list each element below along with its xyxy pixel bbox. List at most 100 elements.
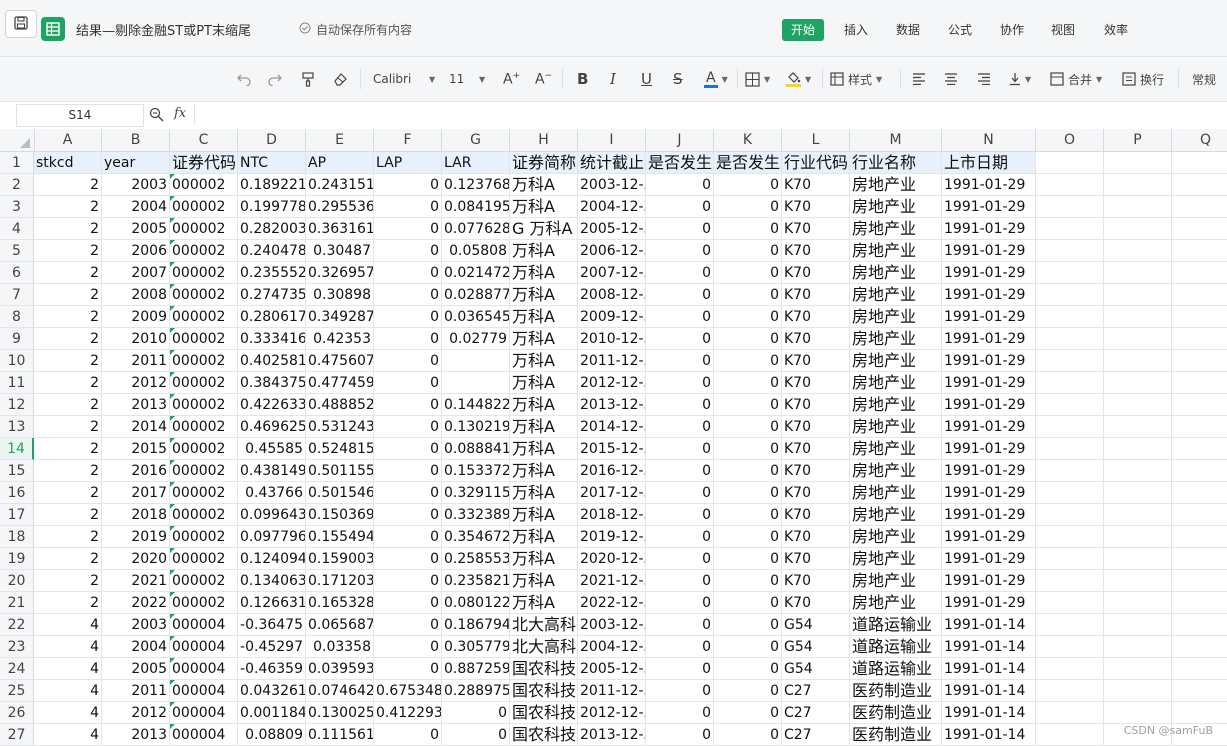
column-header-i[interactable]: I <box>578 129 646 151</box>
table-cell[interactable]: 000002 <box>170 240 238 262</box>
table-cell[interactable]: 0.475607 <box>306 350 374 372</box>
table-cell[interactable]: 0 <box>714 592 782 614</box>
italic-button[interactable]: I <box>610 69 616 89</box>
column-header-m[interactable]: M <box>850 129 942 151</box>
table-cell[interactable]: 2020-12-3 <box>578 548 646 570</box>
table-cell[interactable] <box>1036 570 1104 592</box>
table-cell[interactable]: 0 <box>646 592 714 614</box>
table-cell[interactable]: 000004 <box>170 724 238 746</box>
table-cell[interactable]: 房地产业 <box>850 218 942 240</box>
table-cell[interactable]: 0.329115 <box>442 482 510 504</box>
header-cell[interactable] <box>1036 152 1104 174</box>
column-header-d[interactable]: D <box>238 129 306 151</box>
row-header[interactable]: 2 <box>0 174 34 196</box>
table-cell[interactable]: 0 <box>714 724 782 746</box>
table-cell[interactable]: 2017-12-3 <box>578 482 646 504</box>
table-cell[interactable]: 2010 <box>102 328 170 350</box>
column-header-n[interactable]: N <box>942 129 1036 151</box>
table-cell[interactable]: 0.028877 <box>442 284 510 306</box>
table-cell[interactable]: 0 <box>374 394 442 416</box>
table-cell[interactable]: 0.03358 <box>306 636 374 658</box>
table-cell[interactable]: 2011 <box>102 350 170 372</box>
table-cell[interactable]: 0.438149 <box>238 460 306 482</box>
table-cell[interactable]: 0.501546 <box>306 482 374 504</box>
table-cell[interactable]: 0 <box>374 196 442 218</box>
table-cell[interactable] <box>1104 306 1172 328</box>
table-cell[interactable]: 0.240478 <box>238 240 306 262</box>
table-cell[interactable]: 000002 <box>170 548 238 570</box>
table-cell[interactable] <box>1172 460 1227 482</box>
table-cell[interactable]: 0.43766 <box>238 482 306 504</box>
table-cell[interactable]: 0.333416 <box>238 328 306 350</box>
table-cell[interactable]: 2012 <box>102 372 170 394</box>
save-button[interactable] <box>5 10 37 38</box>
table-cell[interactable]: 0 <box>374 526 442 548</box>
table-cell[interactable]: 1991-01-29 <box>942 306 1036 328</box>
table-cell[interactable]: 0 <box>374 416 442 438</box>
table-cell[interactable] <box>1104 328 1172 350</box>
table-cell[interactable]: 0 <box>646 504 714 526</box>
table-cell[interactable]: 1991-01-14 <box>942 680 1036 702</box>
table-cell[interactable]: 0 <box>646 614 714 636</box>
table-cell[interactable] <box>1036 174 1104 196</box>
table-cell[interactable]: 1991-01-29 <box>942 240 1036 262</box>
header-cell[interactable]: LAP <box>374 152 442 174</box>
table-cell[interactable]: 2013-12-3 <box>578 724 646 746</box>
table-cell[interactable]: 房地产业 <box>850 570 942 592</box>
table-cell[interactable]: 房地产业 <box>850 328 942 350</box>
table-cell[interactable]: 房地产业 <box>850 416 942 438</box>
table-cell[interactable]: 0 <box>374 218 442 240</box>
table-cell[interactable]: 000002 <box>170 526 238 548</box>
table-cell[interactable] <box>1104 526 1172 548</box>
table-cell[interactable]: 0.171203 <box>306 570 374 592</box>
table-cell[interactable]: 2 <box>34 196 102 218</box>
table-cell[interactable]: 0.274735 <box>238 284 306 306</box>
table-cell[interactable]: 2007-12-3 <box>578 262 646 284</box>
table-cell[interactable]: 2004 <box>102 636 170 658</box>
table-cell[interactable]: 2012 <box>102 702 170 724</box>
table-cell[interactable] <box>1172 416 1227 438</box>
table-cell[interactable]: 000002 <box>170 262 238 284</box>
table-cell[interactable]: 2008-12-3 <box>578 284 646 306</box>
redo-button[interactable] <box>267 69 283 89</box>
table-cell[interactable]: 2014-12-3 <box>578 416 646 438</box>
table-cell[interactable]: 0.243151 <box>306 174 374 196</box>
table-cell[interactable]: 万科A <box>510 262 578 284</box>
header-cell[interactable]: year <box>102 152 170 174</box>
table-cell[interactable]: 000004 <box>170 658 238 680</box>
column-header-h[interactable]: H <box>510 129 578 151</box>
table-cell[interactable]: K70 <box>782 218 850 240</box>
table-cell[interactable]: 4 <box>34 680 102 702</box>
table-cell[interactable]: 0 <box>374 372 442 394</box>
row-header[interactable]: 20 <box>0 570 34 592</box>
table-cell[interactable]: 2019 <box>102 526 170 548</box>
table-cell[interactable] <box>1172 636 1227 658</box>
row-header[interactable]: 12 <box>0 394 34 416</box>
table-cell[interactable] <box>1172 196 1227 218</box>
table-cell[interactable]: 0 <box>374 482 442 504</box>
table-cell[interactable]: 0 <box>646 658 714 680</box>
table-cell[interactable] <box>1172 240 1227 262</box>
table-cell[interactable]: 0.074642 <box>306 680 374 702</box>
table-cell[interactable]: 1991-01-14 <box>942 702 1036 724</box>
table-cell[interactable]: 0 <box>646 724 714 746</box>
table-cell[interactable]: 0.199778 <box>238 196 306 218</box>
table-cell[interactable]: 2 <box>34 504 102 526</box>
table-cell[interactable]: 1991-01-29 <box>942 416 1036 438</box>
table-cell[interactable] <box>1036 482 1104 504</box>
table-cell[interactable]: 1991-01-29 <box>942 526 1036 548</box>
table-cell[interactable]: 2 <box>34 592 102 614</box>
table-cell[interactable]: 0.097796 <box>238 526 306 548</box>
table-cell[interactable]: 万科A <box>510 570 578 592</box>
table-cell[interactable]: 0.111561 <box>306 724 374 746</box>
table-cell[interactable]: K70 <box>782 570 850 592</box>
column-header-c[interactable]: C <box>170 129 238 151</box>
table-cell[interactable]: 2008 <box>102 284 170 306</box>
table-cell[interactable] <box>1036 724 1104 746</box>
table-cell[interactable]: 000002 <box>170 174 238 196</box>
table-cell[interactable]: 2006 <box>102 240 170 262</box>
table-cell[interactable]: 万科A <box>510 196 578 218</box>
table-cell[interactable]: 2 <box>34 240 102 262</box>
table-cell[interactable]: 0 <box>374 658 442 680</box>
table-cell[interactable] <box>1104 416 1172 438</box>
